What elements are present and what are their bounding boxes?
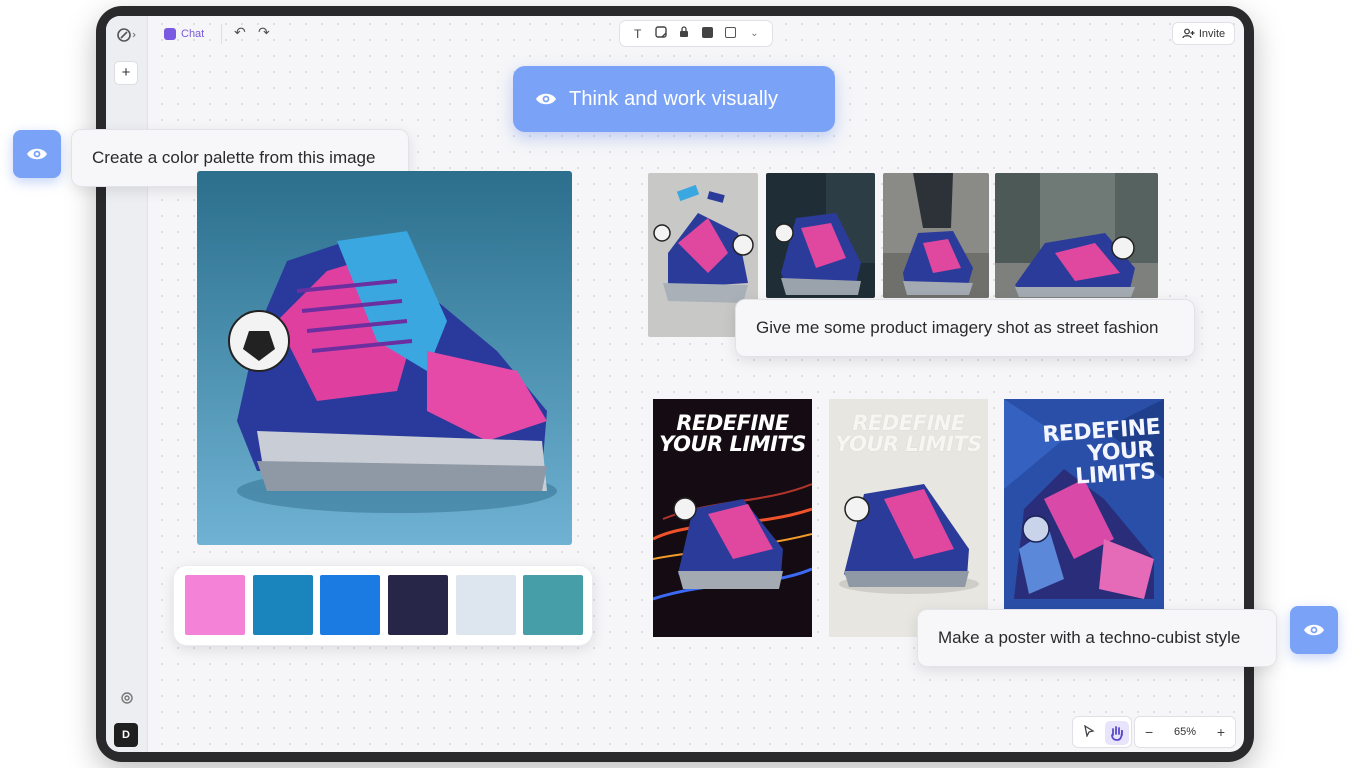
street-image-city[interactable] [995,173,1158,298]
sticker-tool-icon[interactable] [653,26,669,41]
chat-icon [164,28,176,40]
street-image-night[interactable] [766,173,875,298]
note-tool-icon[interactable] [700,26,716,41]
palette-swatch[interactable] [523,575,583,635]
user-avatar[interactable]: D [114,723,138,747]
hero-banner: Think and work visually [513,66,835,132]
poster-eye-button[interactable] [1290,606,1338,654]
poster-prompt[interactable]: Make a poster with a techno-cubist style [917,609,1277,667]
street-image-walking[interactable] [883,173,989,298]
settings-icon[interactable] [119,690,135,706]
app-logo-icon[interactable] [116,26,140,44]
eye-icon [536,93,556,105]
zoom-level: 65% [1173,726,1197,738]
poster-title-line2: YOUR LIMITS [835,432,982,456]
text-tool-icon[interactable]: T [630,27,646,41]
lock-tool-icon[interactable] [676,26,692,41]
palette-swatch[interactable] [456,575,516,635]
poster-minimal[interactable]: REDEFINE YOUR LIMITS [829,399,988,637]
hand-pan-icon[interactable] [1105,721,1129,745]
palette-eye-button[interactable] [13,130,61,178]
eye-icon [1304,624,1324,636]
left-sidebar: + D [106,16,148,752]
toolbar-divider [221,24,222,44]
invite-button[interactable]: Invite [1172,22,1235,45]
poster-speed[interactable]: REDEFINE YOUR LIMITS [653,399,812,637]
eye-icon [27,148,47,160]
select-pointer-icon[interactable] [1079,723,1099,743]
chevron-down-icon[interactable]: ⌄ [746,28,762,39]
palette-swatch[interactable] [388,575,448,635]
drawing-toolbar: T ⌄ [619,20,773,47]
poster-title-line1: REDEFINE [852,411,965,435]
street-prompt[interactable]: Give me some product imagery shot as str… [735,299,1195,357]
chat-label: Chat [181,28,205,40]
redo-icon[interactable]: ↷ [258,24,270,41]
color-palette [173,565,593,646]
chat-button[interactable]: Chat [164,25,204,43]
palette-swatch[interactable] [253,575,313,635]
shape-tool-icon[interactable] [723,26,739,41]
main-sneaker-image[interactable] [197,171,572,545]
add-button[interactable]: + [114,61,138,85]
invite-label: Invite [1198,27,1226,40]
poster-title-line1: REDEFINE [676,411,789,435]
zoom-in-button[interactable]: + [1217,724,1225,740]
palette-swatch[interactable] [320,575,380,635]
zoom-out-button[interactable]: − [1145,724,1153,740]
poster-title-line2: YOUR LIMITS [659,432,806,456]
palette-swatch[interactable] [185,575,245,635]
add-user-icon [1182,28,1195,39]
poster-cubist[interactable]: REDEFINE YOUR LIMITS [1004,399,1164,609]
undo-icon[interactable]: ↶ [234,24,246,41]
canvas-mode-tools [1072,716,1132,748]
hero-title: Think and work visually [569,87,779,110]
zoom-control: − 65% + [1134,716,1236,748]
